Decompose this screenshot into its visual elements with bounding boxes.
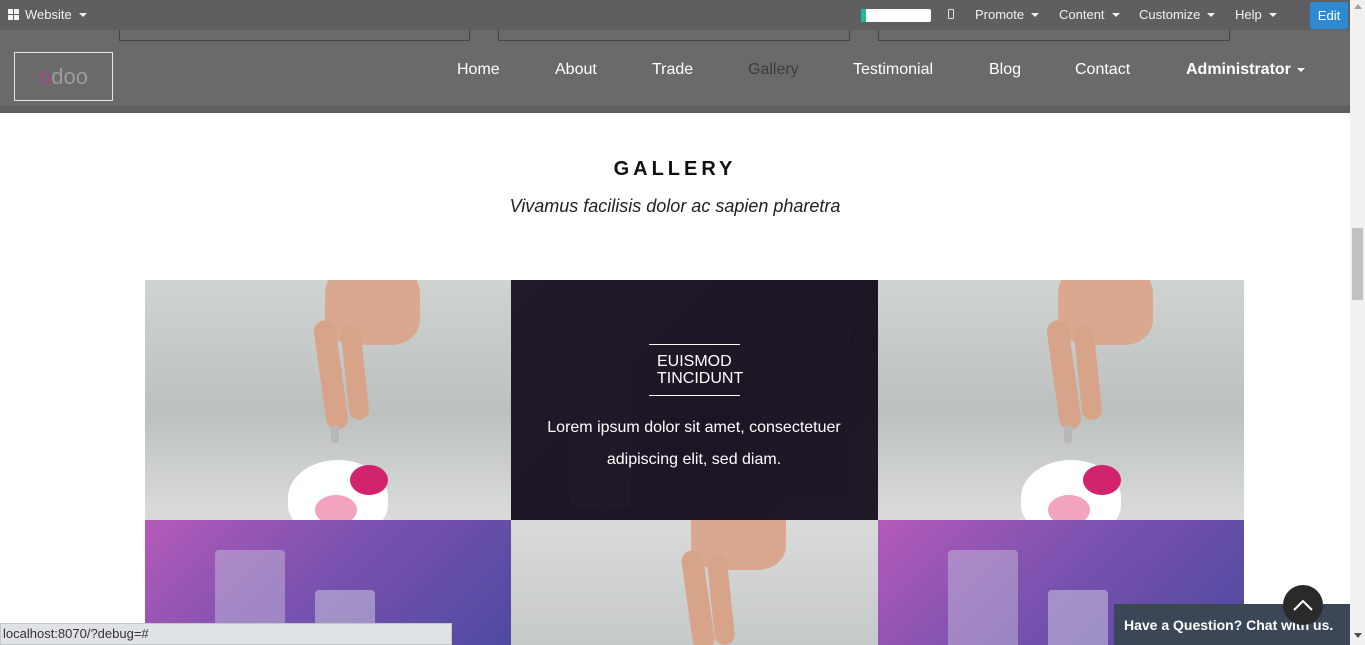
content-menu-label: Content [1059,7,1105,22]
card-overlay [511,280,878,520]
card-title-line-1: EUISMOD [657,353,732,370]
mobile-preview-icon[interactable] [948,9,954,19]
header-shadow [0,106,1350,113]
hand-shape [1058,280,1153,345]
site-logo[interactable]: o doo [14,52,113,101]
gallery-title: GALLERY [613,158,737,180]
gallery-image-coin-hand[interactable] [511,520,878,645]
admin-bar: Website Promote Content Customize Help E… [0,0,1350,30]
scroll-up-arrow-icon[interactable] [1354,4,1362,9]
customize-menu-label: Customize [1139,7,1201,22]
edit-button[interactable]: Edit [1310,2,1348,29]
chevron-down-icon [1207,12,1216,17]
gallery-image-piggy-bank[interactable] [878,280,1244,520]
nav-gallery[interactable]: Gallery [748,61,799,79]
gallery-image-piggy-bank[interactable] [145,280,511,520]
nav-trade[interactable]: Trade [652,61,693,79]
website-menu-label: Website [25,7,72,22]
card-title-line-2: TINCIDUNT [657,370,744,387]
scroll-to-top-button[interactable] [1283,585,1323,625]
chevron-up-icon [1293,599,1313,611]
nav-about[interactable]: About [555,61,597,79]
chevron-down-icon [1111,12,1120,17]
pig-spot-shape [1083,465,1121,495]
apps-grid-icon [8,9,19,20]
gallery-subtitle: Vivamus facilisis dolor ac sapien pharet… [509,196,841,216]
logo-text-accent: o [39,63,52,89]
website-menu[interactable]: Website [8,7,87,22]
chevron-down-icon [78,12,87,17]
status-bar-url: localhost:8070/?debug=# [0,623,452,645]
pig-snout-shape [1048,495,1090,520]
progress-fill [861,9,866,22]
help-menu[interactable]: Help [1235,7,1277,22]
pig-snout-shape [315,495,357,520]
vault-shape [948,550,1018,645]
site-header: o doo Home About Trade Gallery Testimonia… [0,30,1350,113]
scrollbar[interactable] [1350,0,1365,645]
content-menu[interactable]: Content [1059,7,1120,22]
nav-testimonial[interactable]: Testimonial [853,61,933,79]
scroll-down-arrow-icon[interactable] [1354,633,1362,638]
nav-blog[interactable]: Blog [989,61,1021,79]
pig-spot-shape [350,465,388,495]
progress-bar [861,9,931,22]
scrollbar-thumb[interactable] [1352,228,1363,300]
hand-shape [325,280,420,345]
chevron-down-icon [1296,67,1305,72]
chevron-down-icon [1031,12,1040,17]
gallery-card-featured[interactable]: EUISMOD TINCIDUNT Lorem ipsum dolor sit … [511,280,878,520]
coin-shape [1064,425,1072,443]
help-menu-label: Help [1235,7,1262,22]
chevron-down-icon [1268,12,1277,17]
logo-text: doo [51,63,88,89]
promote-menu-label: Promote [975,7,1025,22]
vault-shape [1048,590,1108,645]
promote-menu[interactable]: Promote [975,7,1040,22]
coin-shape [331,425,339,443]
card-text: Lorem ipsum dolor sit amet, consectetuer… [547,419,841,468]
nav-home[interactable]: Home [457,61,500,79]
user-menu[interactable]: Administrator [1186,61,1305,79]
nav-contact[interactable]: Contact [1075,61,1130,79]
user-menu-label: Administrator [1186,61,1291,78]
hand-shape [691,520,786,570]
customize-menu[interactable]: Customize [1139,7,1216,22]
card-title: EUISMOD TINCIDUNT [649,344,744,396]
